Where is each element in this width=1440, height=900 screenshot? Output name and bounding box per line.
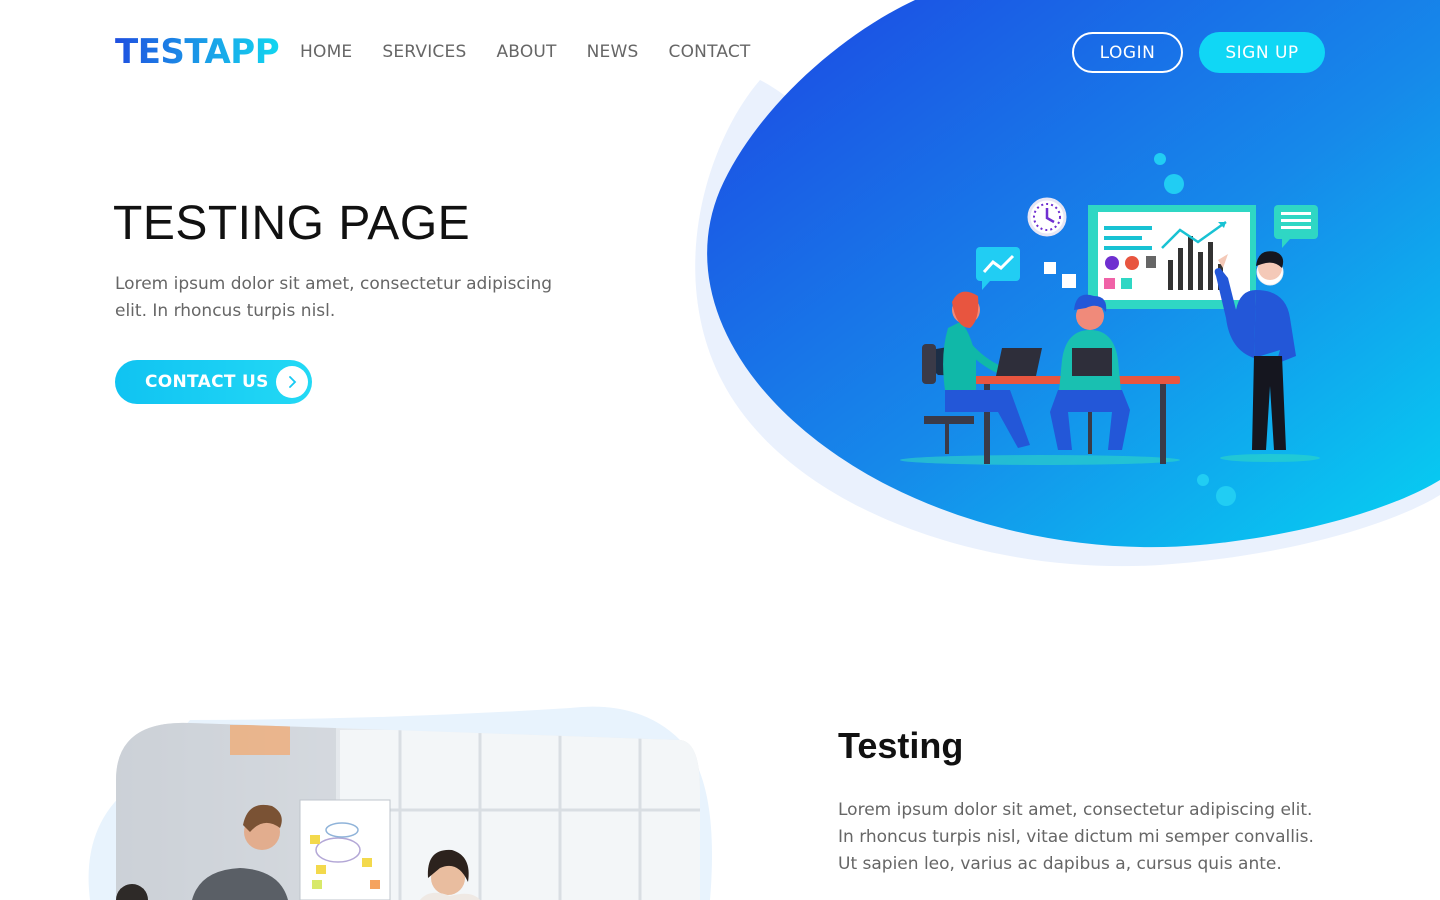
team-photo (88, 706, 713, 900)
main-nav: HOME SERVICES ABOUT NEWS CONTACT (300, 40, 751, 64)
message-icon (1274, 205, 1318, 248)
hero-description: Lorem ipsum dolor sit amet, consectetur … (115, 274, 553, 321)
section-title: Testing (838, 725, 964, 766)
signup-button[interactable]: SIGN UP (1199, 32, 1325, 73)
trend-chat-icon (976, 247, 1020, 290)
contact-us-button[interactable]: CONTACT US (115, 360, 312, 404)
nav-services[interactable]: SERVICES (382, 40, 466, 64)
nav-contact[interactable]: CONTACT (669, 40, 751, 64)
chevron-right-icon (276, 366, 308, 398)
login-button[interactable]: LOGIN (1072, 32, 1183, 73)
hero-title: TESTING PAGE (113, 197, 471, 250)
nav-news[interactable]: NEWS (587, 40, 639, 64)
clock-icon (1027, 197, 1067, 237)
brand-logo[interactable]: TESTAPP (115, 32, 280, 72)
nav-home[interactable]: HOME (300, 40, 352, 64)
section-description: Lorem ipsum dolor sit amet, consectetur … (838, 800, 1314, 874)
contact-us-label: CONTACT US (145, 372, 269, 392)
team-meeting-illustration (900, 153, 1320, 506)
nav-about[interactable]: ABOUT (496, 40, 556, 64)
